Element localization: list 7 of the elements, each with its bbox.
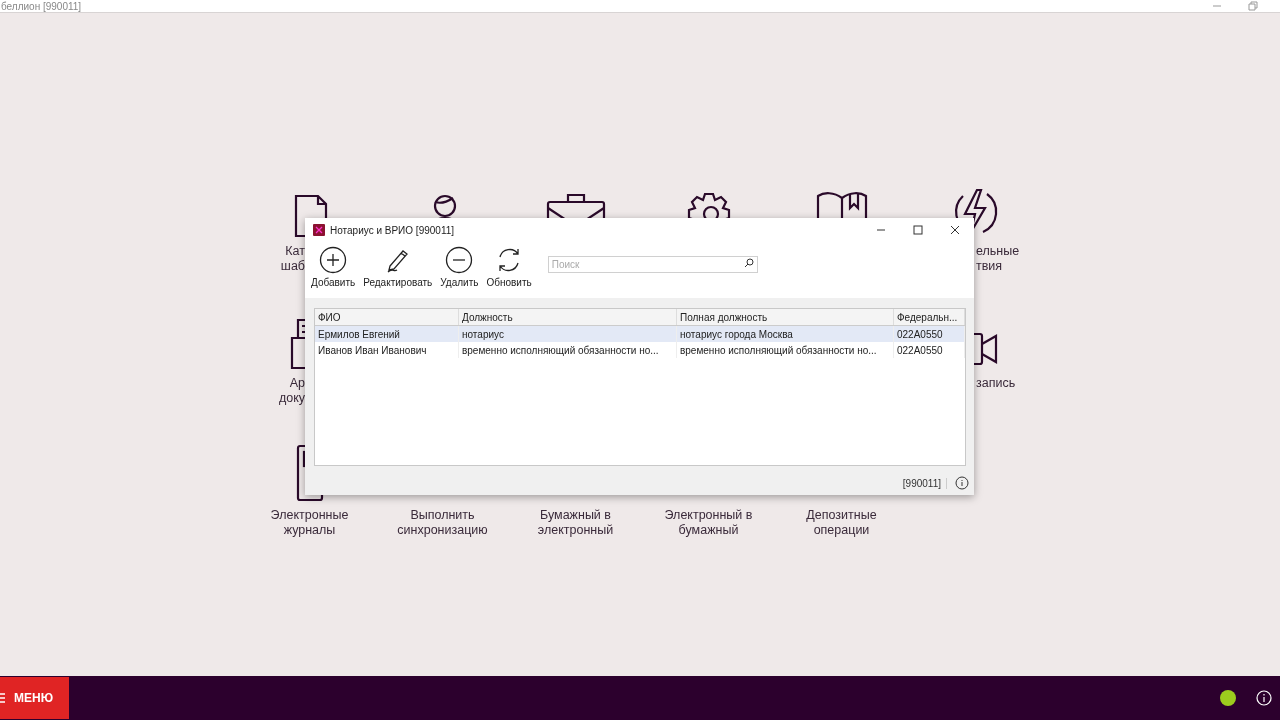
status-code: [990011] [902,477,947,489]
table-cell: Иванов Иван Иванович [315,342,459,358]
table-cell: временно исполняющий обязанности но... [676,342,894,358]
dialog-title: Нотариус и ВРИО [990011] [330,224,455,236]
window-title: беллион [990011] [0,0,82,12]
table-cell: временно исполняющий обязанности но... [458,342,677,358]
table-cell: 022A0550 [893,342,965,358]
